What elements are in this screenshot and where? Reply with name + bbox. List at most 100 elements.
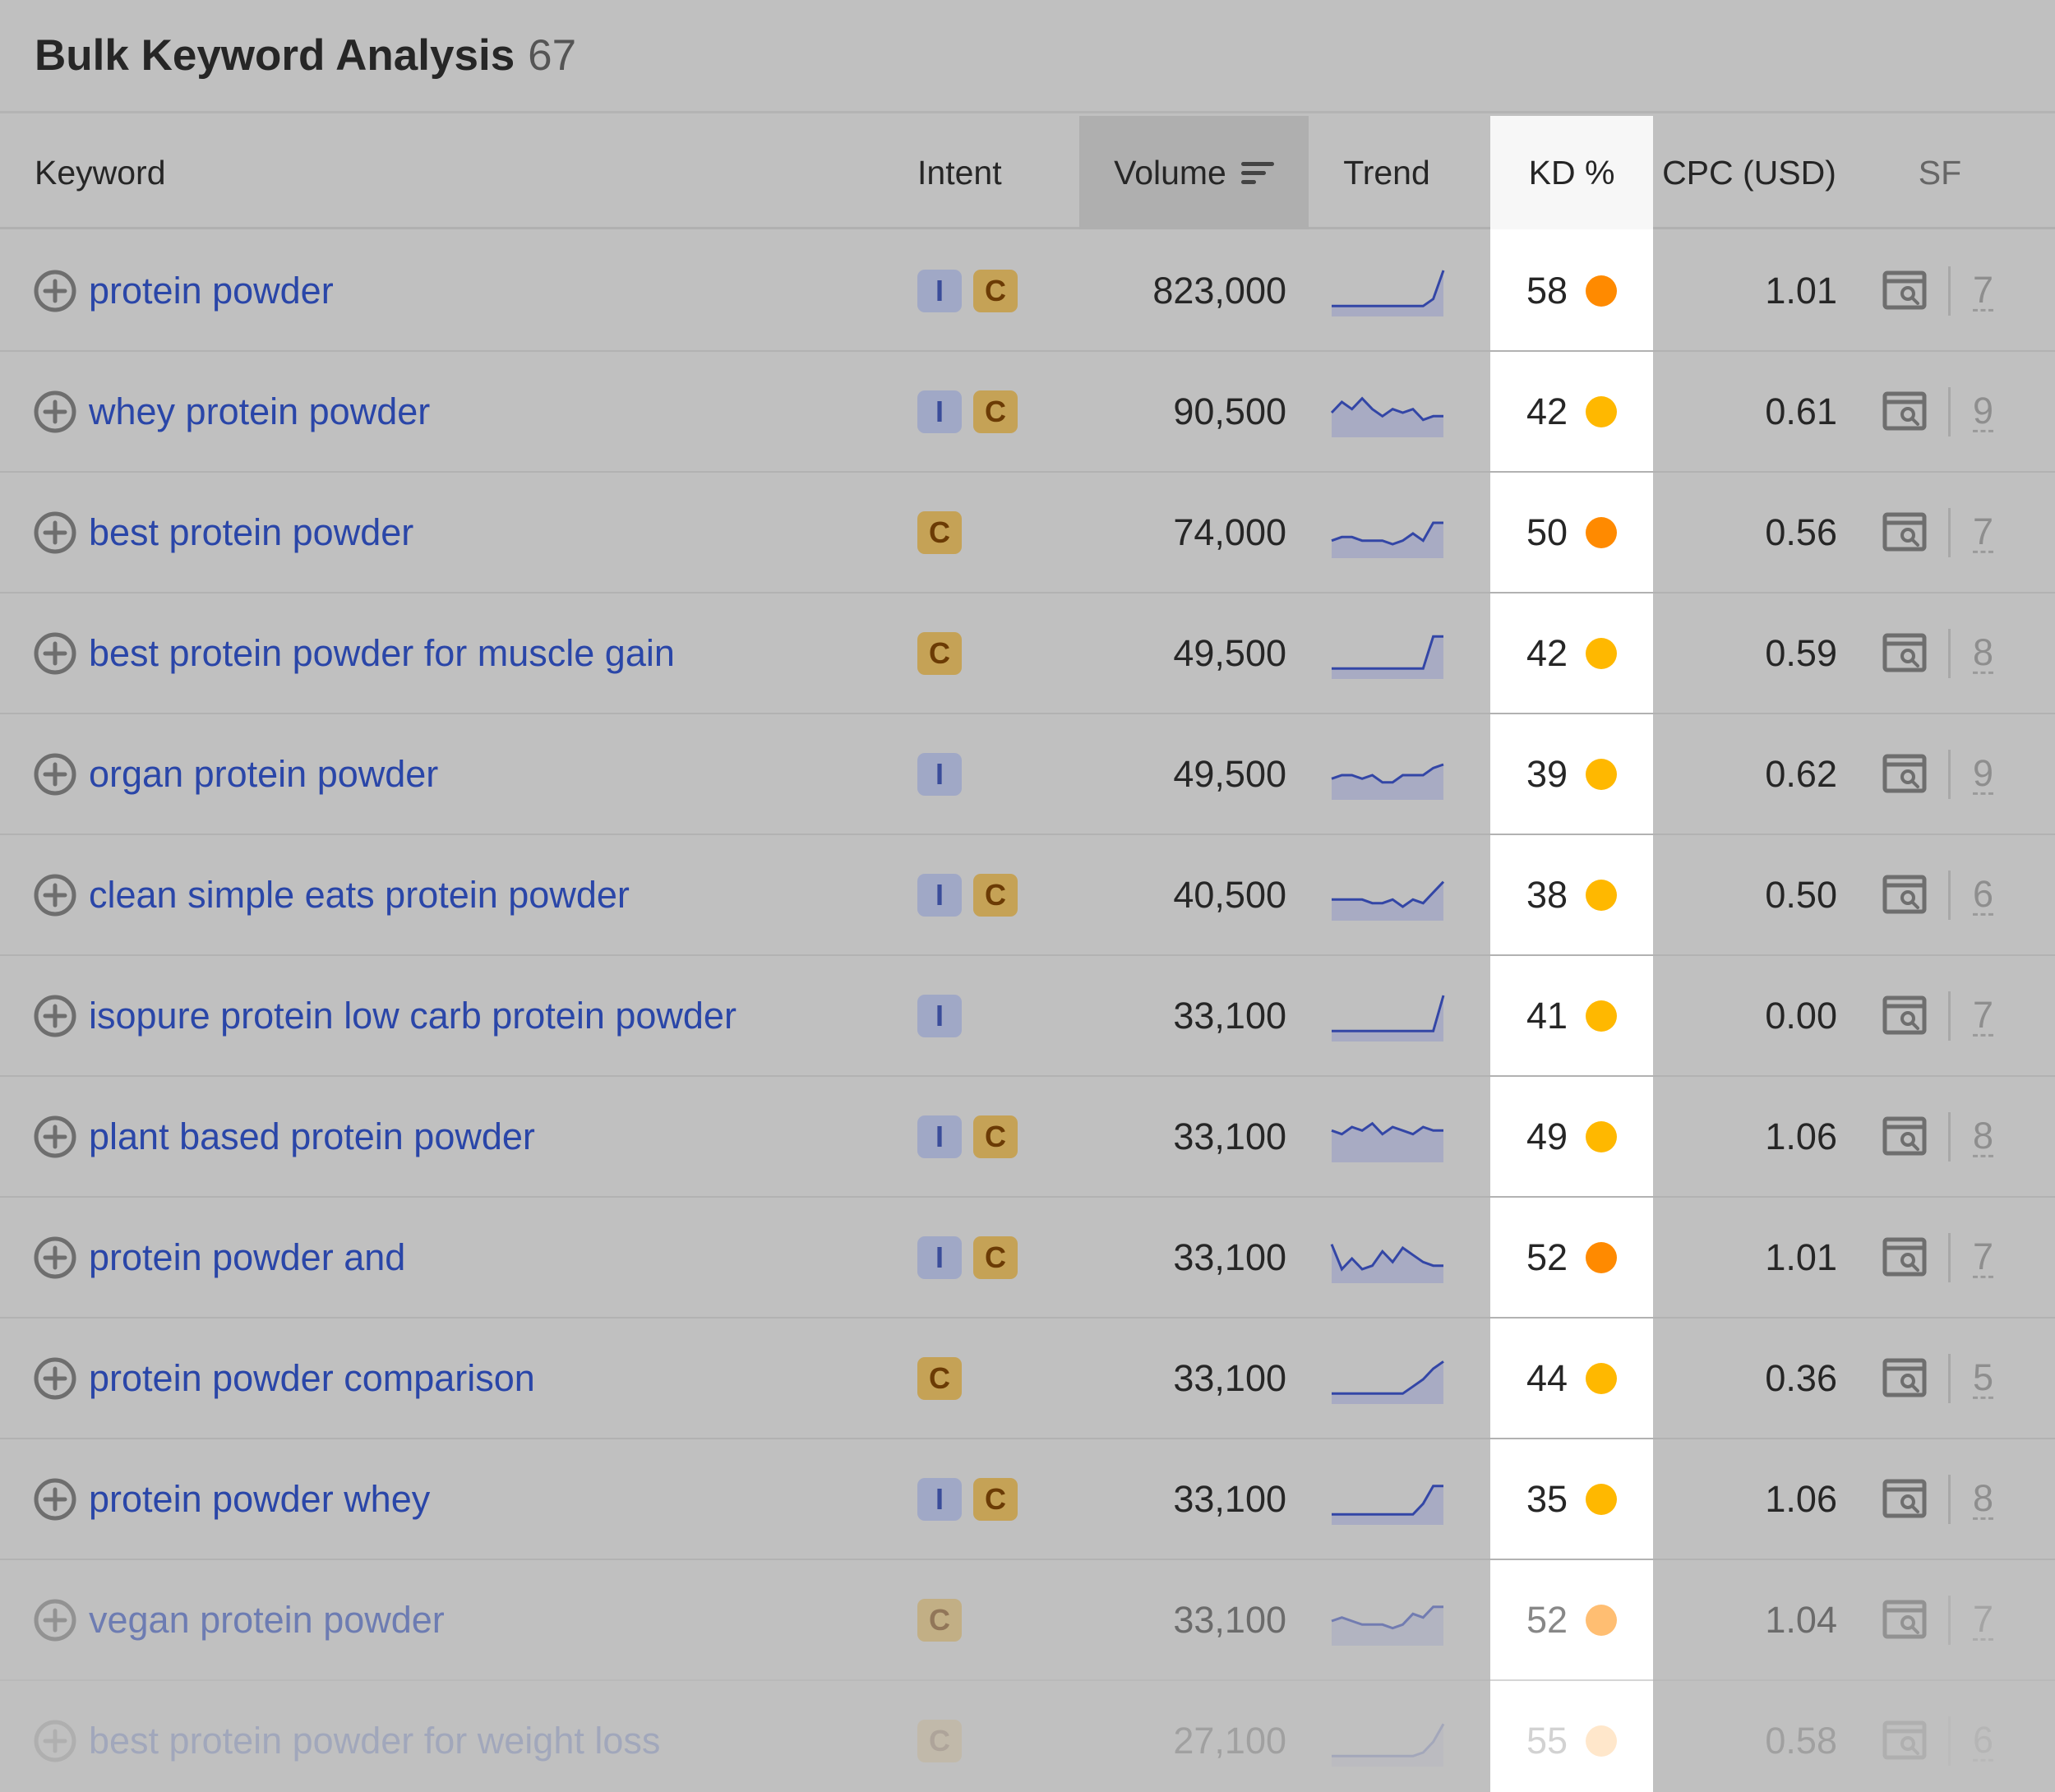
- intent-informational-badge: I: [917, 390, 962, 433]
- table-row: best protein powder C 74,000 50 0.56 7: [0, 473, 2055, 593]
- sf-count[interactable]: 7: [1973, 1599, 1994, 1641]
- add-keyword-plus-icon[interactable]: [33, 1356, 77, 1401]
- trend-sparkline: [1332, 269, 1445, 316]
- add-keyword-plus-icon[interactable]: [33, 1115, 77, 1159]
- serp-preview-icon[interactable]: [1882, 1358, 1927, 1399]
- serp-preview-icon[interactable]: [1882, 512, 1927, 553]
- volume-value: 33,100: [1173, 1115, 1286, 1157]
- sf-count[interactable]: 7: [1973, 995, 1994, 1037]
- add-keyword-plus-icon[interactable]: [33, 631, 77, 676]
- sf-count[interactable]: 6: [1973, 874, 1994, 916]
- col-volume[interactable]: Volume: [1079, 116, 1309, 229]
- col-kd[interactable]: KD %: [1490, 116, 1653, 229]
- keyword-link[interactable]: clean simple eats protein powder: [89, 874, 630, 917]
- add-keyword-plus-icon[interactable]: [33, 752, 77, 797]
- add-keyword-plus-icon[interactable]: [33, 390, 77, 434]
- keyword-link[interactable]: vegan protein powder: [89, 1599, 445, 1642]
- keyword-link[interactable]: protein powder whey: [89, 1478, 430, 1521]
- cpc-value: 0.59: [1765, 631, 1837, 674]
- kd-cell: 52: [1490, 1560, 1653, 1679]
- sf-count[interactable]: 6: [1973, 1720, 1994, 1762]
- intent-commercial-badge: C: [973, 1115, 1018, 1158]
- kd-value: 52: [1526, 1598, 1568, 1641]
- intent-commercial-badge: C: [917, 1356, 962, 1400]
- serp-preview-icon[interactable]: [1882, 1237, 1927, 1278]
- kd-value: 44: [1526, 1356, 1568, 1399]
- kd-value: 35: [1526, 1477, 1568, 1520]
- col-intent[interactable]: Intent: [917, 116, 1002, 229]
- kd-cell: 50: [1490, 473, 1653, 592]
- keyword-link[interactable]: best protein powder: [89, 511, 413, 554]
- serp-preview-icon[interactable]: [1882, 1600, 1927, 1641]
- serp-preview-icon[interactable]: [1882, 995, 1927, 1037]
- intent-informational-badge: I: [917, 873, 962, 917]
- sort-descending-icon[interactable]: [1240, 161, 1274, 184]
- sf-divider: [1948, 507, 1951, 557]
- serp-preview-icon[interactable]: [1882, 875, 1927, 916]
- keyword-link[interactable]: protein powder and: [89, 1236, 405, 1279]
- keyword-link[interactable]: isopure protein low carb protein powder: [89, 995, 737, 1037]
- kd-cell: 35: [1490, 1439, 1653, 1559]
- trend-sparkline: [1331, 521, 1443, 558]
- sf-count[interactable]: 8: [1973, 632, 1994, 674]
- keyword-link[interactable]: whey protein powder: [89, 390, 430, 433]
- serp-preview-icon[interactable]: [1882, 1116, 1927, 1157]
- kd-difficulty-dot: [1586, 1241, 1618, 1273]
- keyword-link[interactable]: protein powder: [89, 270, 334, 312]
- keyword-link[interactable]: plant based protein powder: [89, 1115, 535, 1158]
- sf-count[interactable]: 5: [1973, 1357, 1994, 1399]
- trend-sparkline: [1332, 1360, 1444, 1404]
- keyword-link[interactable]: organ protein powder: [89, 753, 438, 796]
- serp-preview-icon[interactable]: [1882, 754, 1927, 795]
- add-keyword-plus-icon[interactable]: [33, 1235, 77, 1280]
- sf-divider: [1948, 266, 1951, 316]
- keyword-link[interactable]: best protein powder for muscle gain: [89, 632, 675, 675]
- kd-cell: 42: [1490, 593, 1653, 713]
- col-cpc[interactable]: CPC (USD): [1653, 116, 1845, 229]
- sf-count[interactable]: 9: [1973, 753, 1994, 795]
- serp-preview-icon[interactable]: [1882, 1479, 1927, 1520]
- table-row: isopure protein low carb protein powder …: [0, 956, 2055, 1077]
- table-row: clean simple eats protein powder IC 40,5…: [0, 835, 2055, 956]
- serp-preview-icon[interactable]: [1882, 1720, 1927, 1762]
- sf-count[interactable]: 8: [1973, 1478, 1994, 1520]
- intent-badges: I: [917, 994, 962, 1037]
- keyword-link[interactable]: best protein powder for weight loss: [89, 1720, 660, 1762]
- volume-value: 823,000: [1152, 269, 1286, 312]
- col-sf[interactable]: SF: [1882, 116, 1997, 229]
- keyword-link[interactable]: protein powder comparison: [89, 1357, 535, 1400]
- add-keyword-plus-icon[interactable]: [33, 1598, 77, 1642]
- intent-badges: IC: [917, 1115, 1018, 1158]
- table-row: protein powder IC 823,000 58 1.01 7: [0, 231, 2055, 352]
- add-keyword-plus-icon[interactable]: [33, 994, 77, 1038]
- sf-count[interactable]: 8: [1973, 1115, 1994, 1157]
- kd-difficulty-dot: [1586, 516, 1618, 548]
- sf-count[interactable]: 7: [1973, 270, 1994, 312]
- volume-value: 33,100: [1173, 1477, 1286, 1520]
- kd-cell: 44: [1490, 1319, 1653, 1438]
- add-keyword-plus-icon[interactable]: [33, 269, 77, 313]
- col-trend[interactable]: Trend: [1309, 116, 1464, 229]
- volume-value: 33,100: [1173, 1598, 1286, 1641]
- intent-commercial-badge: C: [917, 1719, 962, 1762]
- serp-preview-icon[interactable]: [1882, 633, 1927, 674]
- add-keyword-plus-icon[interactable]: [33, 1719, 77, 1763]
- kd-value: 50: [1526, 510, 1568, 553]
- serp-preview-icon[interactable]: [1882, 270, 1927, 312]
- add-keyword-plus-icon[interactable]: [33, 1477, 77, 1522]
- kd-difficulty-dot: [1586, 1725, 1618, 1757]
- add-keyword-plus-icon[interactable]: [33, 510, 77, 555]
- table-row: protein powder comparison C 33,100 44 0.…: [0, 1319, 2055, 1439]
- table-row: vegan protein powder C 33,100 52 1.04 7: [0, 1560, 2055, 1681]
- col-keyword[interactable]: Keyword: [35, 116, 166, 229]
- keyword-count: 67: [528, 31, 577, 80]
- sf-count[interactable]: 7: [1973, 1236, 1994, 1278]
- sf-count[interactable]: 7: [1973, 511, 1994, 553]
- volume-value: 49,500: [1173, 752, 1286, 795]
- add-keyword-plus-icon[interactable]: [33, 873, 77, 917]
- serp-preview-icon[interactable]: [1882, 391, 1927, 432]
- sf-divider: [1948, 386, 1951, 436]
- cpc-value: 0.61: [1765, 390, 1837, 432]
- sf-count[interactable]: 9: [1973, 390, 1994, 432]
- trend-sparkline: [1332, 995, 1445, 1041]
